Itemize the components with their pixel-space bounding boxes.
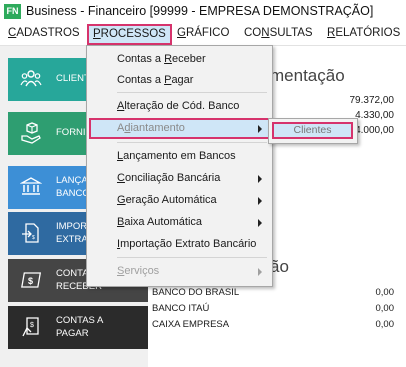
people-icon: [20, 70, 42, 87]
menu-item-adiantamento-label[interactable]: Adiantamento: [117, 122, 185, 134]
sidebar-item-contas-pagar[interactable]: $ CONTAS A PAGAR: [8, 306, 148, 349]
menu-processos[interactable]: PROCESSOS: [87, 24, 172, 45]
menu-item-label: ançamento em Bancos: [123, 150, 236, 162]
bank-name: BANCO DO BRASIL: [152, 287, 240, 298]
menu-item-label: Contas a: [117, 53, 165, 65]
chevron-right-icon: [258, 268, 262, 276]
sidebar-item-label: IMPOR EXTRA: [56, 221, 88, 245]
app-logo-icon: FN: [4, 4, 21, 19]
menu-item-label: agar: [171, 74, 194, 86]
table-row: CAIXA EMPRESA 0,00: [152, 319, 394, 333]
menu-label: G: [177, 27, 186, 39]
menu-item-conciliacao-bancaria[interactable]: Conciliação Bancária: [117, 172, 220, 184]
table-row: BANCO ITAÚ 0,00: [152, 303, 394, 317]
sidebar-item-label: LANÇA BANCO: [56, 175, 90, 199]
menu-label: ELATÓRIOS: [335, 27, 401, 39]
amount-value: 4.000,00: [355, 125, 394, 136]
menu-label: RÁFICO: [185, 27, 230, 39]
menu-separator: [117, 92, 267, 93]
amount-value: 4.330,00: [355, 110, 394, 121]
adiantamento-submenu: Clientes: [268, 118, 358, 144]
menu-item-lancamento-bancos[interactable]: Lançamento em Bancos: [117, 150, 236, 162]
menu-separator: [117, 142, 267, 143]
menu-item-label: mportação Extrato Bancário: [120, 238, 257, 250]
chevron-right-icon: [258, 219, 262, 227]
bank-balance: 0,00: [375, 319, 395, 330]
sidebar-item-label: FORNI: [56, 127, 86, 138]
menu-item-label: lteração de Cód. Banco: [124, 100, 240, 112]
pay-icon: $: [22, 317, 39, 337]
amount-value: 79.372,00: [349, 95, 395, 106]
menu-item-alteracao-cod-banco[interactable]: Alteração de Cód. Banco: [117, 100, 239, 112]
bank-icon: [20, 177, 42, 195]
menu-item-label: eceber: [172, 53, 206, 65]
menu-cadastros[interactable]: CADASTROS: [6, 26, 82, 41]
submenu-item-clientes[interactable]: Clientes: [272, 122, 353, 139]
svg-text:$: $: [28, 276, 33, 286]
menu-relatorios[interactable]: RELATÓRIOS: [325, 26, 402, 41]
menu-label: P: [93, 28, 101, 40]
menu-item-baixa-automatica[interactable]: Baixa Automática: [117, 216, 202, 228]
menu-label: CO: [244, 27, 262, 39]
menu-label: ROCESSOS: [100, 28, 166, 40]
menu-item-contas-pagar[interactable]: Contas a Pagar: [117, 74, 193, 86]
sidebar-item-label: CONTAS A PAGAR: [56, 315, 104, 339]
chevron-right-icon: [258, 175, 262, 183]
menu-item-label: C: [117, 172, 125, 184]
bank-balance: 0,00: [375, 303, 395, 314]
sidebar-item-label: CLIENT: [56, 73, 90, 84]
file-import-icon: $: [22, 223, 39, 243]
box-hand-icon: [21, 122, 41, 144]
menu-item-label: iantamento: [130, 122, 185, 134]
menu-grafico[interactable]: GRÁFICO: [175, 26, 231, 41]
menu-consultas[interactable]: CONSULTAS: [242, 26, 315, 41]
menu-item-label: aixa Automática: [124, 216, 202, 228]
title-bar: FN Business - Financeiro [99999 - EMPRES…: [0, 0, 406, 24]
bank-name: CAIXA EMPRESA: [152, 319, 230, 330]
menu-label: ADASTROS: [16, 27, 80, 39]
receive-icon: $: [21, 272, 42, 288]
section-title-lancamentos: mentação: [270, 66, 345, 85]
menu-item-importacao-extrato[interactable]: Importação Extrato Bancário: [117, 238, 256, 250]
menu-item-label: Contas a: [117, 74, 165, 86]
menu-separator: [117, 257, 267, 258]
svg-text:$: $: [30, 322, 34, 329]
table-row: BANCO DO BRASIL 0,00: [152, 287, 394, 301]
menu-item-geracao-automatica[interactable]: Geração Automática: [117, 194, 217, 206]
svg-text:$: $: [32, 235, 35, 241]
menu-label: SULTAS: [269, 27, 313, 39]
processos-dropdown-menu: Contas a Receber Contas a Pagar Alteraçã…: [86, 45, 273, 287]
menu-item-label: R: [164, 53, 173, 65]
chevron-right-icon: [258, 197, 262, 205]
menu-label: N: [261, 27, 270, 39]
chevron-right-icon: [258, 125, 262, 133]
bank-balance: 0,00: [375, 287, 395, 298]
menu-item-label: onciliação Bancária: [124, 172, 221, 184]
menu-item-label: eração Automática: [125, 194, 217, 206]
menu-item-label: erviços: [124, 265, 160, 277]
menu-item-label: G: [117, 194, 126, 206]
window-title: Business - Financeiro [99999 - EMPRESA D…: [26, 4, 374, 18]
menu-item-servicos: Serviços: [117, 265, 159, 277]
bank-name: BANCO ITAÚ: [152, 303, 210, 314]
menu-bar: CADASTROS PROCESSOS GRÁFICO CONSULTAS RE…: [0, 24, 406, 46]
menu-item-contas-receber[interactable]: Contas a Receber: [117, 53, 206, 65]
